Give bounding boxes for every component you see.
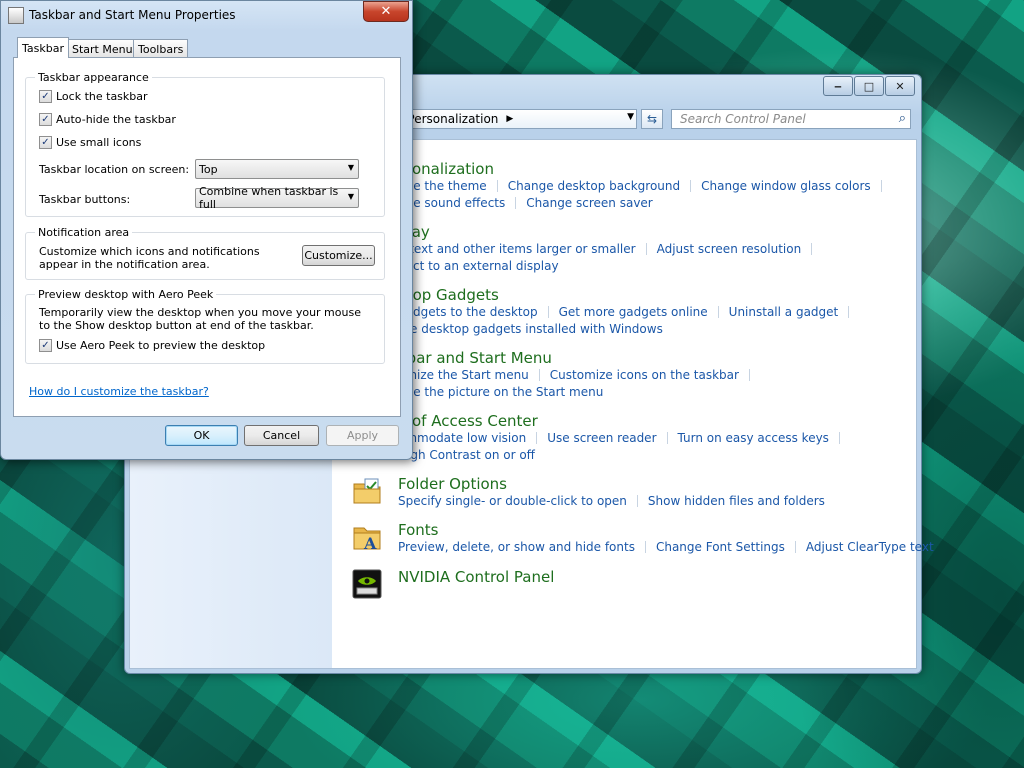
- link[interactable]: nge the picture on the Start menu: [398, 385, 603, 399]
- taskbar-location-select[interactable]: Top ▼: [195, 159, 359, 179]
- link[interactable]: omize the Start menu: [398, 368, 529, 382]
- link[interactable]: Specify single- or double-click to open: [398, 494, 627, 508]
- folder-options-icon: [353, 478, 381, 504]
- link[interactable]: Change window glass colors: [701, 179, 871, 193]
- link[interactable]: Change desktop background: [508, 179, 680, 193]
- dialog-app-icon: [8, 7, 24, 24]
- link[interactable]: e text and other items larger or smaller: [398, 242, 636, 256]
- aero-peek-checkbox[interactable]: ✓ Use Aero Peek to preview the desktop: [39, 339, 265, 352]
- select-value: Combine when taskbar is full: [199, 185, 339, 211]
- address-dropdown-icon[interactable]: ▼: [627, 112, 634, 122]
- link[interactable]: Change Font Settings: [656, 540, 785, 554]
- link[interactable]: Adjust screen resolution: [657, 242, 802, 256]
- link[interactable]: ommodate low vision: [398, 431, 526, 445]
- apply-button[interactable]: Apply: [326, 425, 399, 446]
- svg-text:A: A: [363, 534, 377, 552]
- group-label: Taskbar appearance: [35, 71, 152, 84]
- section-title[interactable]: kbar and Start Menu: [398, 349, 760, 367]
- link[interactable]: Show hidden files and folders: [648, 494, 825, 508]
- group-label: Preview desktop with Aero Peek: [35, 288, 217, 301]
- ok-button[interactable]: OK: [165, 425, 238, 446]
- chevron-down-icon: ▼: [347, 163, 354, 172]
- autohide-taskbar-checkbox[interactable]: ✓ Auto-hide the taskbar: [39, 113, 176, 126]
- maximize-button[interactable]: □: [854, 76, 884, 96]
- refresh-button[interactable]: ⇆: [641, 109, 663, 129]
- link[interactable]: Customize icons on the taskbar: [550, 368, 739, 382]
- window-controls: ‒ □ ✕: [823, 76, 915, 96]
- section-title[interactable]: Folder Options: [398, 475, 825, 493]
- link[interactable]: Adjust ClearType text: [806, 540, 934, 554]
- checkbox-label: Auto-hide the taskbar: [56, 113, 176, 126]
- nvidia-icon: [352, 569, 382, 599]
- link[interactable]: nect to an external display: [398, 259, 559, 273]
- checkbox-box[interactable]: ✓: [39, 339, 52, 352]
- section-title[interactable]: ktop Gadgets: [398, 286, 859, 304]
- search-placeholder: Search Control Panel: [680, 112, 806, 126]
- address-bar[interactable]: d Personalization ▶ ▼: [387, 109, 637, 129]
- close-button[interactable]: ✕: [885, 76, 915, 96]
- tab-start-menu[interactable]: Start Menu: [67, 39, 138, 58]
- taskbar-properties-dialog[interactable]: Taskbar and Start Menu Properties ✕ Task…: [0, 0, 413, 460]
- customize-button[interactable]: Customize...: [302, 245, 375, 266]
- link[interactable]: Use screen reader: [547, 431, 656, 445]
- checkbox-box[interactable]: ✓: [39, 113, 52, 126]
- section-nvidia: NVIDIA Control Panel: [398, 568, 554, 586]
- link[interactable]: Get more gadgets online: [559, 305, 708, 319]
- dialog-title: Taskbar and Start Menu Properties: [29, 8, 236, 22]
- breadcrumb-arrow-icon[interactable]: ▶: [506, 114, 513, 124]
- minimize-button[interactable]: ‒: [823, 76, 853, 96]
- section-display: play e text and other items larger or sm…: [398, 223, 822, 275]
- checkbox-label: Lock the taskbar: [56, 90, 148, 103]
- section-title[interactable]: rsonalization: [398, 160, 892, 178]
- section-fonts: Fonts Preview, delete, or show and hide …: [398, 521, 934, 556]
- link[interactable]: nge sound effects: [398, 196, 505, 210]
- refresh-icon: ⇆: [646, 112, 658, 126]
- tab-toolbars[interactable]: Toolbars: [133, 39, 189, 58]
- section-folder-options: Folder Options Specify single- or double…: [398, 475, 825, 510]
- small-icons-checkbox[interactable]: ✓ Use small icons: [39, 136, 141, 149]
- notification-description: Customize which icons and notifications …: [39, 245, 260, 271]
- aero-description: Temporarily view the desktop when you mo…: [39, 306, 361, 332]
- link[interactable]: Turn on easy access keys: [678, 431, 829, 445]
- section-ease-of-access: e of Access Center ommodate low vision Us…: [398, 412, 850, 464]
- section-title[interactable]: e of Access Center: [398, 412, 850, 430]
- checkbox-box[interactable]: ✓: [39, 136, 52, 149]
- link[interactable]: ore desktop gadgets installed with Windo…: [398, 322, 663, 336]
- section-title[interactable]: NVIDIA Control Panel: [398, 568, 554, 586]
- section-title[interactable]: play: [398, 223, 822, 241]
- location-label: Taskbar location on screen:: [39, 163, 190, 176]
- search-icon[interactable]: ⌕: [899, 111, 906, 126]
- link[interactable]: Preview, delete, or show and hide fonts: [398, 540, 635, 554]
- link[interactable]: gadgets to the desktop: [398, 305, 538, 319]
- checkbox-box[interactable]: ✓: [39, 90, 52, 103]
- taskbar-buttons-select[interactable]: Combine when taskbar is full ▼: [195, 185, 359, 211]
- fonts-folder-icon: A: [353, 527, 381, 552]
- chevron-down-icon: ▼: [347, 192, 354, 201]
- tab-taskbar[interactable]: Taskbar: [17, 37, 69, 58]
- cancel-button[interactable]: Cancel: [244, 425, 319, 446]
- lock-taskbar-checkbox[interactable]: ✓ Lock the taskbar: [39, 90, 148, 103]
- help-link[interactable]: How do I customize the taskbar?: [29, 385, 209, 398]
- section-desktop-gadgets: ktop Gadgets gadgets to the desktop Get m…: [398, 286, 859, 338]
- link[interactable]: High Contrast on or off: [398, 448, 535, 462]
- link[interactable]: Uninstall a gadget: [729, 305, 839, 319]
- dialog-close-button[interactable]: ✕: [363, 1, 409, 22]
- section-taskbar-start-menu: kbar and Start Menu omize the Start menu…: [398, 349, 760, 401]
- checkbox-label: Use small icons: [56, 136, 142, 149]
- link[interactable]: Change screen saver: [526, 196, 653, 210]
- select-value: Top: [199, 162, 218, 176]
- section-title[interactable]: Fonts: [398, 521, 934, 539]
- checkbox-label: Use Aero Peek to preview the desktop: [56, 339, 266, 352]
- group-label: Notification area: [35, 226, 133, 239]
- section-personalization: rsonalization nge the theme Change deskto…: [398, 160, 892, 212]
- buttons-label: Taskbar buttons:: [39, 193, 131, 206]
- search-input[interactable]: Search Control Panel ⌕: [671, 109, 911, 129]
